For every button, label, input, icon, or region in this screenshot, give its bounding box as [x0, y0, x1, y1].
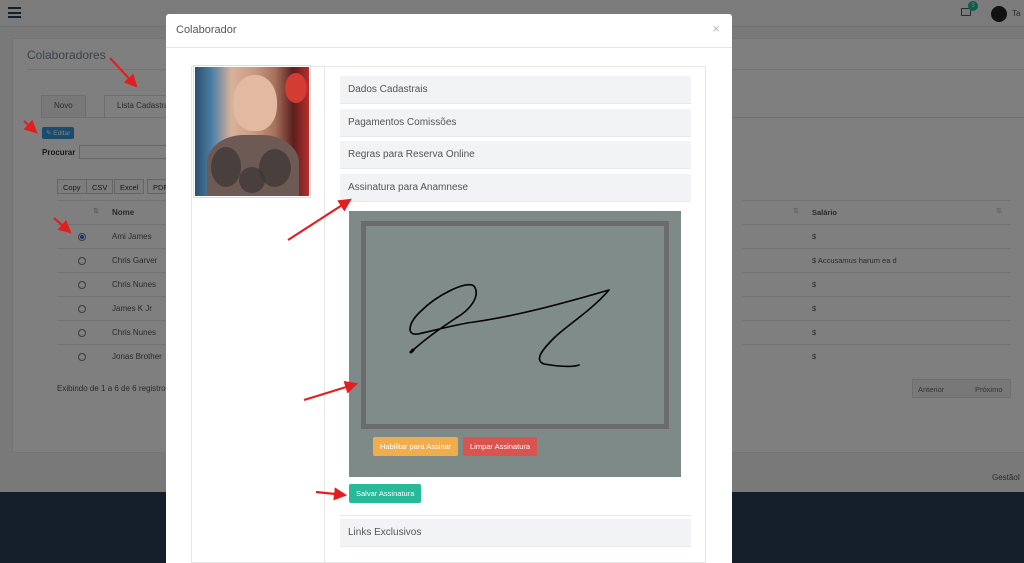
section-links-exclusivos[interactable]: Links Exclusivos [340, 519, 691, 547]
profile-photo [193, 65, 311, 198]
section-assinatura-anamnese[interactable]: Assinatura para Anamnese [340, 174, 691, 202]
signature-panel: Habilitar para Assinar Limpar Assinatura [349, 211, 681, 477]
close-icon[interactable]: × [712, 22, 720, 35]
section-accordion: Dados Cadastrais Pagamentos Comissões Re… [324, 66, 706, 563]
save-signature-button[interactable]: Salvar Assinatura [349, 484, 422, 503]
clear-signature-button[interactable]: Limpar Assinatura [463, 437, 538, 456]
section-dados-cadastrais[interactable]: Dados Cadastrais [340, 76, 691, 104]
signature-canvas[interactable] [361, 221, 669, 429]
modal-header: Colaborador × [166, 14, 732, 48]
section-divider [340, 515, 691, 516]
section-pagamentos-comissoes[interactable]: Pagamentos Comissões [340, 109, 691, 137]
modal-title: Colaborador [176, 24, 237, 36]
signature-stroke [409, 283, 610, 368]
section-regras-reserva-online[interactable]: Regras para Reserva Online [340, 141, 691, 169]
enable-signing-button[interactable]: Habilitar para Assinar [373, 437, 459, 456]
collaborator-modal: Colaborador × Dados Cadastrais Pagamento… [166, 14, 732, 563]
profile-photo-image [195, 67, 309, 196]
